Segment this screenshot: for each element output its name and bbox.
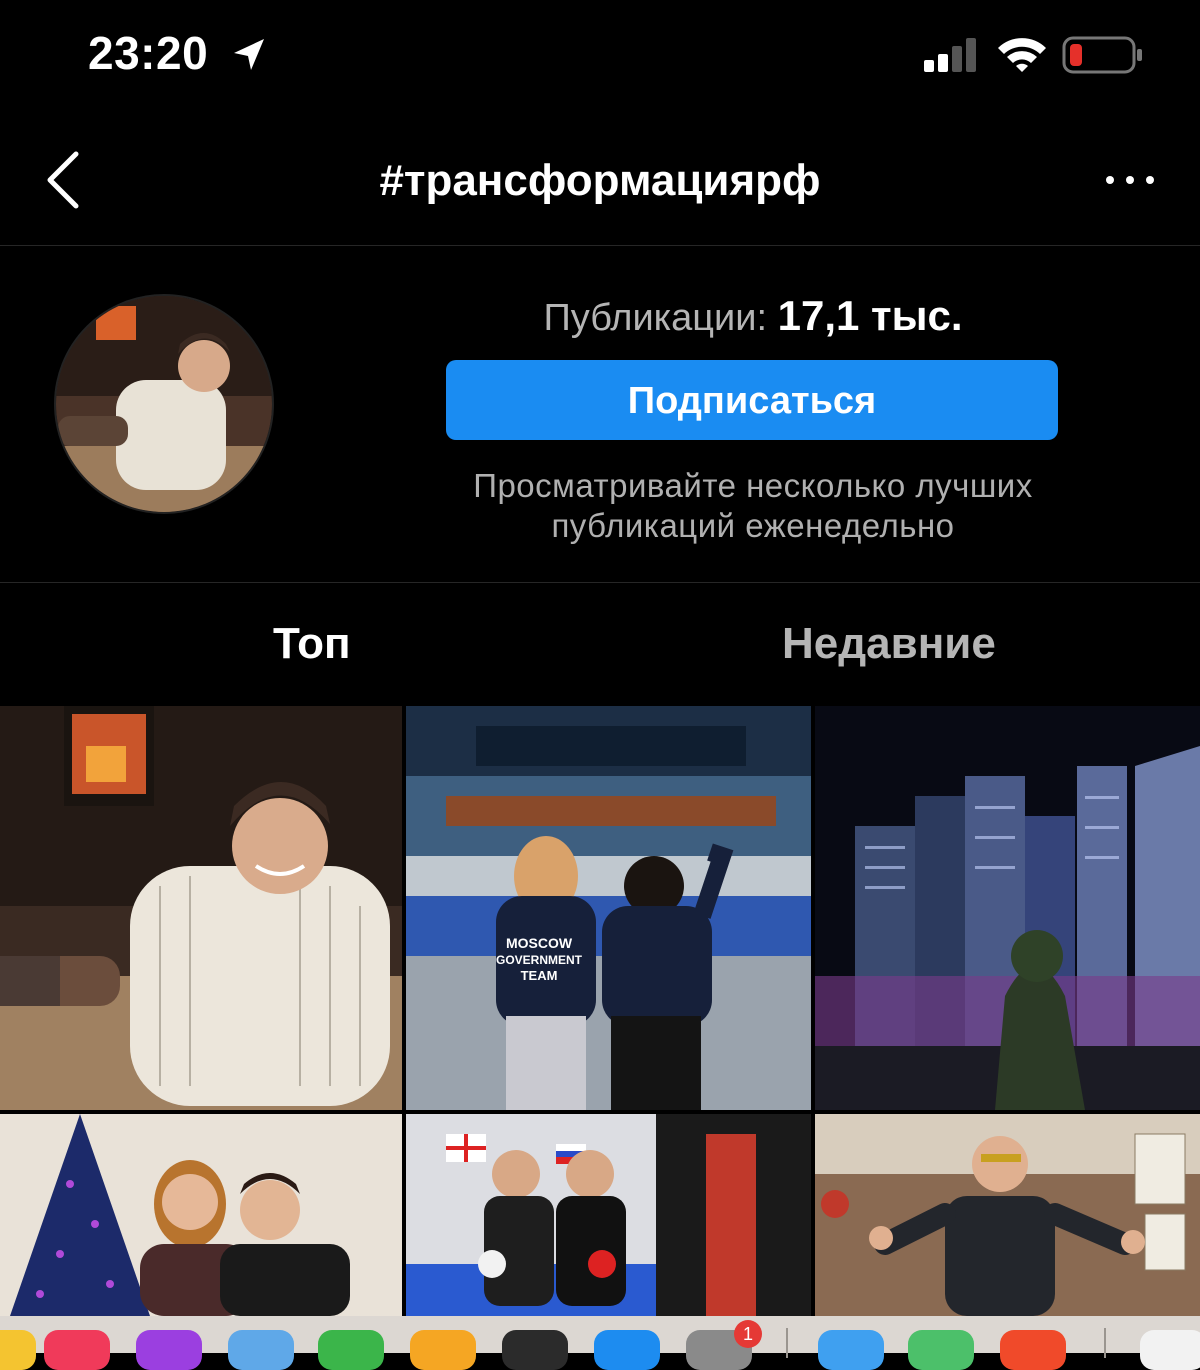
terminal-icon[interactable] [502,1330,568,1370]
podcasts-icon[interactable] [136,1330,202,1370]
pages-icon[interactable] [410,1330,476,1370]
xcode-icon[interactable] [594,1330,660,1370]
battery-low-icon [1062,36,1142,74]
status-bar: 23:20 [0,0,1200,110]
post-boxing-gym[interactable] [406,1114,811,1316]
shirt-text-1: MOSCOW [506,935,573,951]
posts-count: Публикации: 17,1 тыс. [446,292,1060,340]
shirt-text-3: TEAM [521,968,558,983]
hashtag-header: Публикации: 17,1 тыс. Подписаться Просма… [0,246,1200,583]
wifi-icon [998,38,1046,72]
notification-badge: 1 [734,1320,762,1348]
tab-recent[interactable]: Недавние [782,619,996,669]
post-man-white-shirt[interactable] [0,706,402,1110]
brave-icon[interactable] [1000,1330,1066,1370]
maps-icon[interactable] [908,1330,974,1370]
posts-count-label: Публикации: [543,297,768,339]
hashtag-avatar [54,294,274,514]
post-moscow-government-team[interactable]: MOSCOW GOVERNMENT TEAM [406,706,811,1110]
status-time: 23:20 [88,27,209,79]
post-man-thumbs-up[interactable] [815,1114,1200,1316]
post-couple-christmas-tree[interactable] [0,1114,402,1316]
music-icon[interactable] [44,1330,110,1370]
follow-button[interactable]: Подписаться [446,360,1058,440]
tab-top[interactable]: Топ [273,619,351,669]
preview-icon[interactable] [228,1330,294,1370]
posts-count-value: 17,1 тыс. [777,292,963,339]
post-grid: MOSCOW GOVERNMENT TEAM [0,706,1200,1316]
cellular-signal-icon [924,38,976,72]
safari-icon[interactable] [818,1330,884,1370]
dock-separator [786,1328,788,1358]
follow-description: Просматривайте несколько лучших публикац… [473,467,1033,544]
page-title: #трансформациярф [379,156,821,205]
notes-icon[interactable] [0,1330,36,1370]
dock-separator [1104,1328,1106,1358]
file-icon[interactable] [1140,1330,1200,1370]
more-horizontal-icon[interactable] [1102,172,1158,188]
location-arrow-icon [234,39,264,70]
feed-tabs: Топ Недавние [0,583,1200,705]
shirt-text-2: GOVERNMENT [496,953,583,967]
numbers-icon[interactable] [318,1330,384,1370]
nav-bar: #трансформациярф [0,110,1200,246]
post-moscow-city-night[interactable] [815,706,1200,1110]
macos-dock: 1 [0,1316,1200,1370]
